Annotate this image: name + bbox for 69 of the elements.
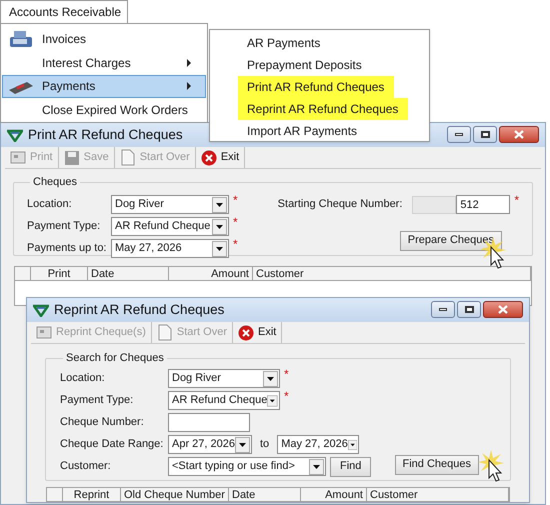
menu-item[interactable]: Close Expired Work Orders xyxy=(2,98,206,122)
close-button[interactable] xyxy=(483,301,523,318)
column-header: Amount xyxy=(301,488,367,500)
required-mark: * xyxy=(284,390,289,402)
action-button[interactable]: Find Cheques xyxy=(394,454,479,474)
menu-title[interactable]: Accounts Receivable xyxy=(0,0,128,23)
cursor-click-icon xyxy=(477,448,505,482)
text-field[interactable] xyxy=(168,413,250,432)
number-field[interactable]: 512 xyxy=(456,195,510,214)
menu-item[interactable]: Invoices xyxy=(2,27,206,51)
window-title: Print AR Refund Cheques xyxy=(28,126,183,144)
group-title: Cheques xyxy=(32,175,78,190)
dropdown-field[interactable]: AR Refund Cheque xyxy=(168,391,280,410)
column-header: Customer xyxy=(253,267,531,280)
required-mark: * xyxy=(233,194,238,206)
find-button[interactable]: Find xyxy=(330,456,372,476)
toolbar-button[interactable]: Exit xyxy=(233,322,282,343)
disabled-field xyxy=(412,196,456,214)
field-label: Starting Cheque Number: xyxy=(278,197,402,212)
menu-item[interactable]: Payments xyxy=(2,74,206,98)
close-button[interactable] xyxy=(499,126,539,143)
menu-item[interactable]: Interest Charges xyxy=(2,50,206,74)
field-label: Location: xyxy=(60,371,106,386)
close-icon xyxy=(514,130,524,139)
field-label: Location: xyxy=(27,197,73,212)
field-label: Cheque Number: xyxy=(60,415,145,430)
submenu-item[interactable]: Import AR Payments xyxy=(246,120,358,142)
column-header: Amount xyxy=(169,267,253,280)
date-field[interactable]: Apr 27, 2026 xyxy=(168,435,252,454)
close-icon xyxy=(200,150,217,166)
submenu-item[interactable]: AR Payments xyxy=(246,32,322,54)
required-mark: * xyxy=(233,238,238,250)
window-title: Reprint AR Refund Cheques xyxy=(54,300,224,319)
column-header: Date xyxy=(88,267,169,280)
restore-button[interactable] xyxy=(457,301,481,318)
required-mark: * xyxy=(284,368,289,380)
group-title: Search for Cheques xyxy=(65,351,165,366)
logo-icon xyxy=(33,304,49,316)
logo-icon xyxy=(7,128,23,142)
close-icon xyxy=(238,324,254,340)
column-header: Old Cheque Number xyxy=(121,488,229,500)
dropdown-field[interactable]: Dog River xyxy=(111,195,229,214)
minimize-button[interactable] xyxy=(431,301,455,318)
submenu-item[interactable]: Reprint AR Refund Cheques xyxy=(238,98,408,120)
page-icon xyxy=(120,149,136,166)
field-label: Payments up to: xyxy=(27,241,108,256)
minimize-button[interactable] xyxy=(447,126,471,143)
column-header: Print xyxy=(31,267,88,280)
field-label: Payment Type: xyxy=(60,393,134,408)
column-header: Reprint xyxy=(63,488,121,500)
column-header: Date xyxy=(229,488,301,500)
customer-field[interactable]: <Start typing or use find> xyxy=(168,457,326,476)
required-mark: * xyxy=(514,194,519,206)
field-label: Cheque Date Range: xyxy=(60,437,164,452)
field-label: Customer: xyxy=(60,459,112,474)
restore-button[interactable] xyxy=(473,126,497,143)
range-separator: to xyxy=(260,437,270,452)
submenu-item[interactable]: Print AR Refund Cheques xyxy=(238,76,394,98)
page-icon xyxy=(156,324,173,341)
column-header: Customer xyxy=(367,488,509,500)
submenu-item[interactable]: Prepayment Deposits xyxy=(246,54,363,76)
dropdown-field[interactable]: May 27, 2026 xyxy=(111,239,229,258)
toolbar-button[interactable]: Exit xyxy=(196,147,246,168)
field-label: Payment Type: xyxy=(27,219,102,234)
required-mark: * xyxy=(233,216,238,228)
date-field[interactable]: May 27, 2026 xyxy=(277,435,360,454)
close-icon xyxy=(498,305,508,314)
dropdown-field[interactable]: AR Refund Cheque xyxy=(111,217,229,236)
dropdown-field[interactable]: Dog River xyxy=(168,369,280,388)
